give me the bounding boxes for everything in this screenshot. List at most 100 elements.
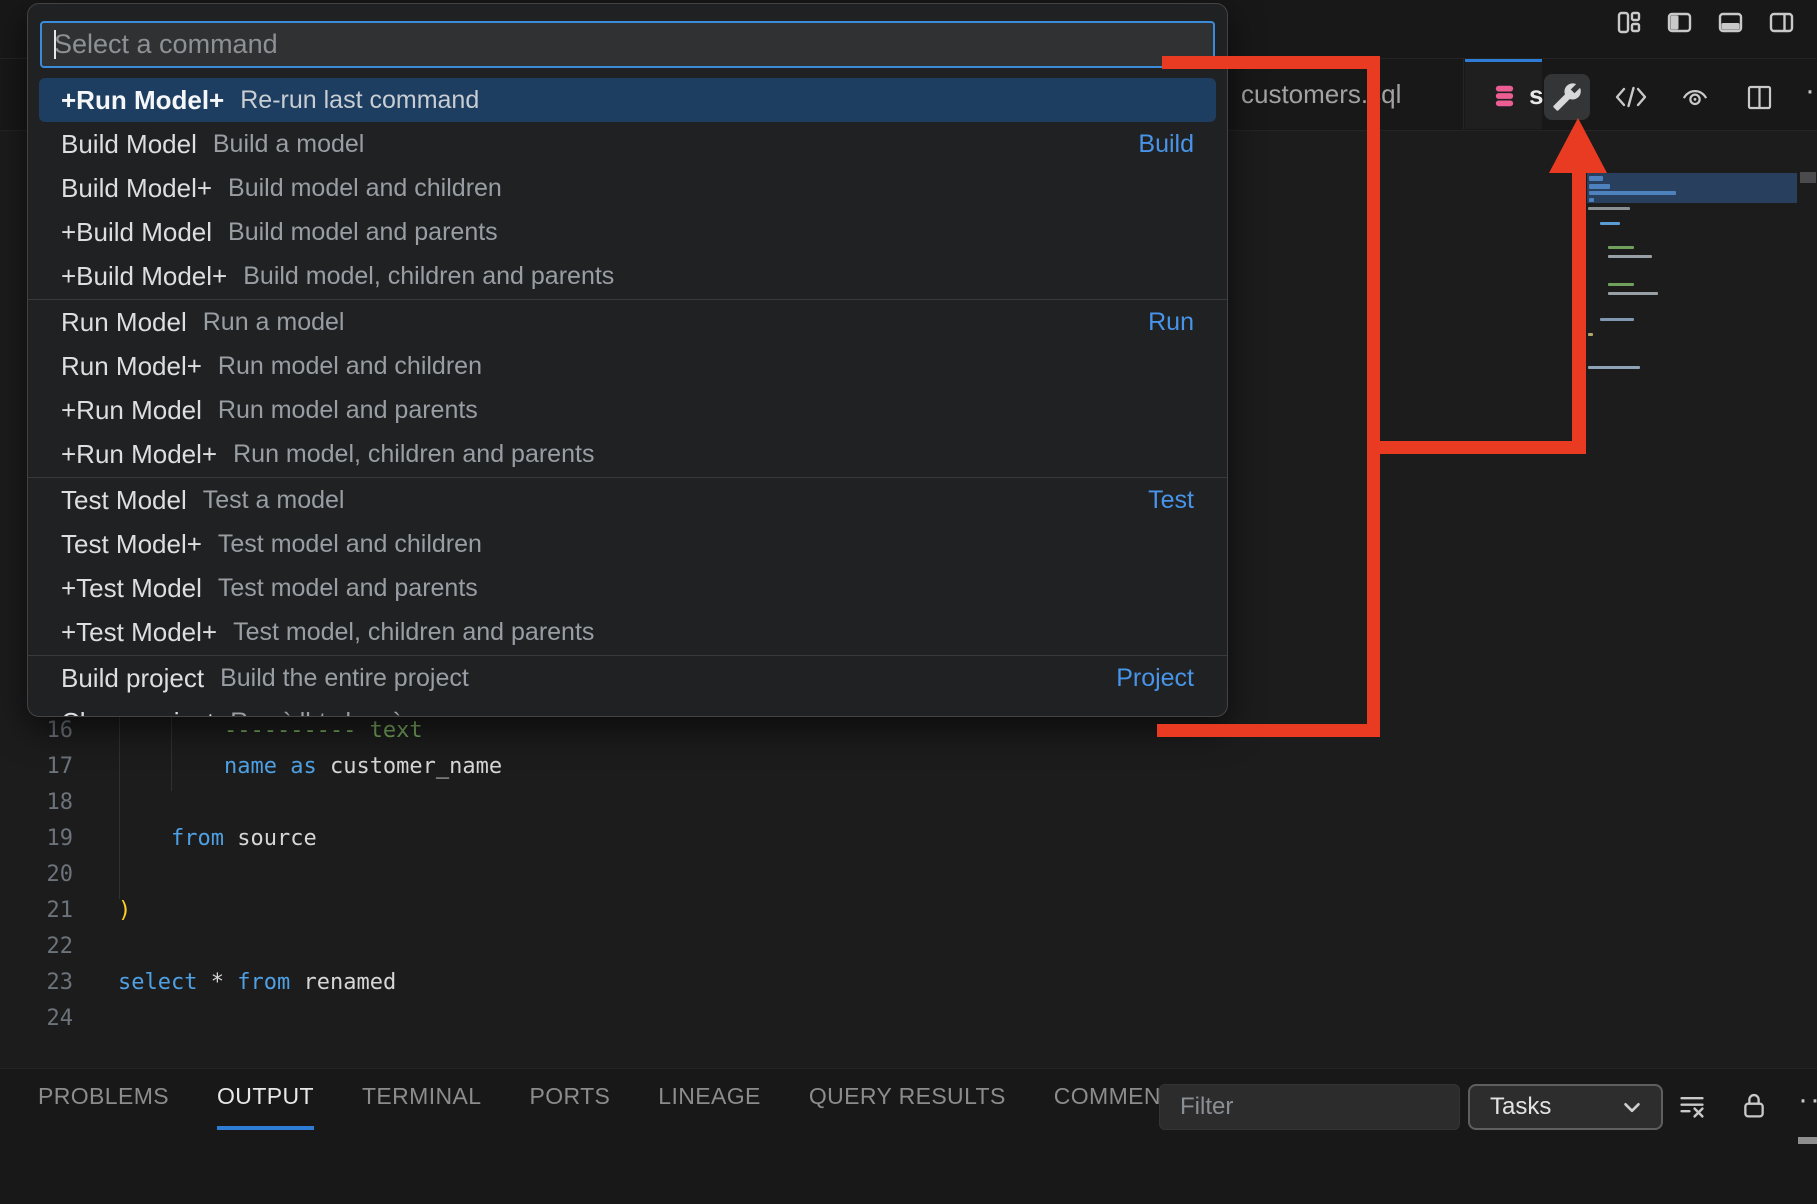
command-item[interactable]: Run ModelRun a modelRun xyxy=(39,300,1216,344)
line-number: 23 xyxy=(0,965,73,1001)
minimap-line xyxy=(1589,176,1603,181)
line-number: 17 xyxy=(0,749,73,785)
command-description: Test model and children xyxy=(218,530,482,559)
command-item[interactable]: +Build ModelBuild model and parents xyxy=(39,210,1216,254)
tab-customers-sql[interactable]: customers.sql xyxy=(1228,59,1476,129)
minimap-line xyxy=(1600,318,1634,321)
code-line[interactable]: 21) xyxy=(0,893,1220,929)
command-item[interactable]: Clean project Run `dbt clean` xyxy=(39,700,1216,717)
command-category: Project xyxy=(1116,664,1194,693)
command-name: +Test Model xyxy=(61,573,202,604)
annotation-line-bottom xyxy=(1157,724,1380,737)
preview-icon[interactable] xyxy=(1672,74,1718,120)
code-text: ---------- text xyxy=(118,713,423,749)
panel-tab-output[interactable]: OUTPUT xyxy=(217,1083,314,1130)
code-line[interactable]: 23 select * from renamed xyxy=(0,965,1220,1001)
more-actions-icon[interactable]: ··· xyxy=(1800,74,1817,120)
minimap-line xyxy=(1608,246,1634,249)
minimap-line xyxy=(1588,207,1630,210)
command-item[interactable]: +Run Model+Run model, children and paren… xyxy=(39,432,1216,476)
command-item[interactable]: Build Model+ Build model and children xyxy=(39,166,1216,210)
code-text: select * from renamed xyxy=(118,965,396,1001)
customize-layout-icon[interactable] xyxy=(1614,8,1642,36)
split-editor-icon[interactable] xyxy=(1736,74,1782,120)
panel-tab-ports[interactable]: PORTS xyxy=(529,1083,610,1130)
command-item[interactable]: Build projectBuild the entire projectPro… xyxy=(39,656,1216,700)
line-number: 21 xyxy=(0,893,73,929)
line-number: 19 xyxy=(0,821,73,857)
annotation-line-top xyxy=(1162,56,1380,69)
bottom-panel: PROBLEMS OUTPUT TERMINAL PORTS LINEAGE QUERY … xyxy=(0,1068,1817,1204)
command-category: Build xyxy=(1138,130,1194,159)
code-line[interactable]: 18 xyxy=(0,785,1220,821)
command-description: Build model and children xyxy=(228,174,502,203)
code-line[interactable]: 20 xyxy=(0,857,1220,893)
minimap-selection xyxy=(1587,173,1797,203)
tab-active[interactable]: s xyxy=(1465,59,1542,129)
command-item[interactable]: Test Model+Test model and children xyxy=(39,522,1216,566)
code-line[interactable]: 22 xyxy=(0,929,1220,965)
vscode-window: customers.sql s xyxy=(0,0,1817,1204)
minimap-line xyxy=(1588,333,1593,336)
code-line[interactable]: 17 name as customer_name xyxy=(0,749,1220,785)
filter-input[interactable] xyxy=(1160,1085,1459,1129)
text-caret xyxy=(54,30,56,59)
command-category: Test xyxy=(1148,486,1194,515)
command-description: Test model, children and parents xyxy=(233,618,594,647)
command-item[interactable]: +Run Model+Re-run last command xyxy=(39,78,1216,122)
tab-label: s xyxy=(1529,80,1543,111)
panel-tab-query-results[interactable]: QUERY RESULTS xyxy=(809,1083,1006,1130)
toggle-primary-sidebar-icon[interactable] xyxy=(1665,8,1693,36)
filter-box xyxy=(1159,1084,1460,1130)
tasks-dropdown-label: Tasks xyxy=(1490,1093,1551,1121)
command-description: Re-run last command xyxy=(240,86,479,115)
command-item[interactable]: +Build Model+ Build model, children and p… xyxy=(39,254,1216,298)
command-description: Test a model xyxy=(203,486,345,515)
annotation-arrow-shaft xyxy=(1572,170,1586,454)
command-description: Test model and parents xyxy=(218,574,478,603)
command-item[interactable]: +Test Model+Test model, children and par… xyxy=(39,610,1216,654)
editor-scrollbar[interactable] xyxy=(1800,172,1816,183)
command-name: Build project xyxy=(61,663,204,694)
command-input[interactable] xyxy=(42,23,1213,66)
code-line[interactable]: 24 xyxy=(0,1001,1220,1037)
command-description: Build model, children and parents xyxy=(243,262,614,291)
tasks-dropdown[interactable]: Tasks xyxy=(1468,1084,1663,1130)
command-item[interactable]: Test ModelTest a modelTest xyxy=(39,478,1216,522)
minimap-line xyxy=(1608,292,1658,295)
panel-tab-problems[interactable]: PROBLEMS xyxy=(38,1083,169,1130)
minimap-line xyxy=(1600,222,1620,225)
code-line[interactable]: 19 from source xyxy=(0,821,1220,857)
wrench-icon[interactable] xyxy=(1544,74,1590,120)
command-name: Build Model+ xyxy=(61,173,212,204)
annotation-arrow-head xyxy=(1549,118,1607,173)
code-area[interactable]: 16 ---------- text17 name as customer_na… xyxy=(0,713,1220,1037)
command-item[interactable]: +Test Model Test model and parents xyxy=(39,566,1216,610)
panel-more-icon[interactable]: ··· xyxy=(1796,1083,1817,1129)
command-name: +Build Model+ xyxy=(61,261,227,292)
lock-icon[interactable] xyxy=(1734,1083,1774,1129)
command-name: Clean project xyxy=(61,707,214,718)
command-item[interactable]: +Run ModelRun model and parents xyxy=(39,388,1216,432)
database-icon xyxy=(1491,83,1518,109)
command-description: Build a model xyxy=(213,130,364,159)
code-view-icon[interactable] xyxy=(1608,74,1654,120)
line-number: 22 xyxy=(0,929,73,965)
panel-scrollbar[interactable] xyxy=(1798,1137,1817,1144)
code-line[interactable]: 16 ---------- text xyxy=(0,713,1220,749)
clear-output-icon[interactable] xyxy=(1672,1083,1712,1129)
command-palette: +Run Model+Re-run last command Build Mode… xyxy=(27,3,1228,717)
command-item[interactable]: Run Model+Run model and children xyxy=(39,344,1216,388)
command-item[interactable]: Build ModelBuild a modelBuild xyxy=(39,122,1216,166)
toggle-panel-icon[interactable] xyxy=(1716,8,1744,36)
minimap-line xyxy=(1589,198,1594,202)
minimap[interactable] xyxy=(1587,173,1797,533)
command-description: Run `dbt clean` xyxy=(230,708,401,718)
command-category: Run xyxy=(1148,308,1194,337)
command-list: +Run Model+Re-run last command Build Mode… xyxy=(28,78,1227,717)
minimap-line xyxy=(1608,283,1634,286)
toggle-secondary-sidebar-icon[interactable] xyxy=(1767,8,1795,36)
panel-tab-terminal[interactable]: TERMINAL xyxy=(362,1083,482,1130)
panel-tab-lineage[interactable]: LINEAGE xyxy=(658,1083,761,1130)
minimap-line xyxy=(1608,255,1652,258)
